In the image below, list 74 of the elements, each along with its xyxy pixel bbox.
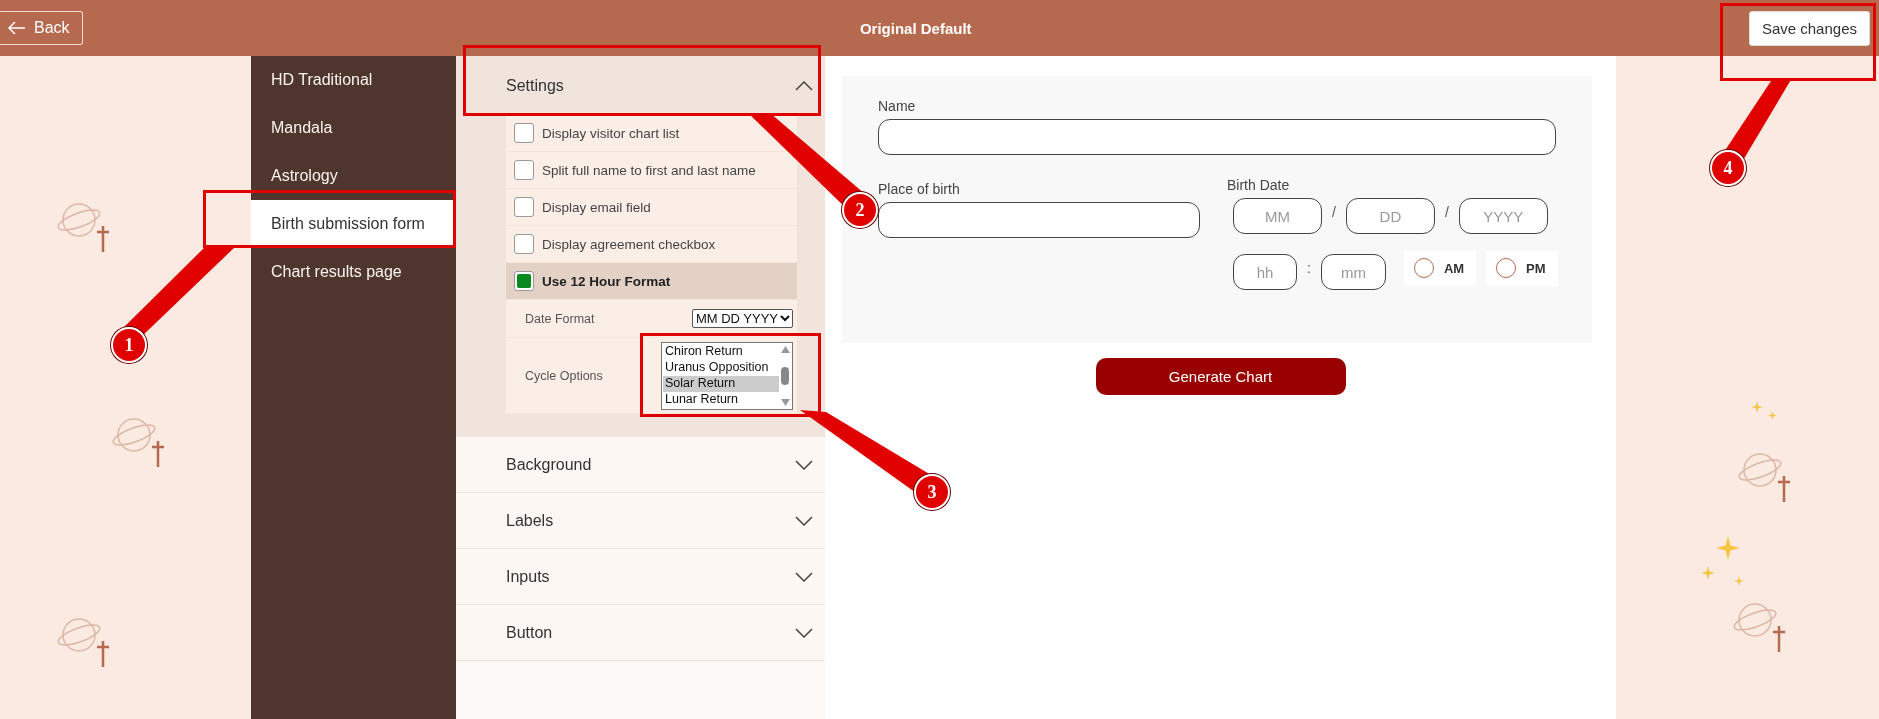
checkbox[interactable] [514, 271, 534, 291]
separator: : [1306, 260, 1312, 276]
meridiem-option[interactable]: PM [1486, 250, 1558, 286]
option-row[interactable]: Use 12 Hour Format [506, 263, 797, 300]
accordion-header[interactable]: Button [456, 605, 825, 660]
field-label: Birth Date [1227, 177, 1291, 193]
cycle-options-listbox[interactable]: Chiron Return Uranus Opposition Solar Return Lunar Return [661, 341, 793, 410]
scroll-up-icon[interactable] [780, 345, 790, 353]
date-input[interactable]: YYYY [1458, 198, 1548, 234]
separator: / [1331, 204, 1337, 220]
sparkle-icon [1734, 576, 1744, 586]
field-label: Date Format [525, 311, 595, 326]
chevron-down-icon [795, 627, 813, 638]
sparkle-icon [1716, 536, 1740, 560]
meridiem-option[interactable]: AM [1403, 250, 1477, 286]
checkbox[interactable] [514, 123, 534, 143]
sidebar-item[interactable]: Astrology [251, 152, 456, 200]
name-input[interactable] [878, 119, 1556, 155]
list-option[interactable]: Solar Return [663, 375, 779, 392]
separator: / [1443, 204, 1450, 220]
chevron-down-icon [795, 515, 813, 526]
date-input[interactable]: MM [1233, 198, 1322, 234]
time-input[interactable]: hh [1233, 254, 1297, 290]
list-option[interactable]: Lunar Return [663, 391, 779, 408]
field-label: Name [878, 98, 917, 114]
accordion-header[interactable]: Settings [456, 56, 825, 115]
date-format-select[interactable]: MM DD YYYY [691, 309, 793, 328]
arrow-left-icon [8, 21, 26, 35]
scroll-thumb[interactable] [781, 366, 789, 385]
accordion-title: Labels [506, 511, 554, 530]
sparkle-icon [1701, 566, 1715, 580]
radio-button[interactable] [1496, 258, 1517, 278]
back-button[interactable]: Back [0, 11, 83, 45]
sparkle-icon [1751, 401, 1763, 413]
accordion-title: Button [506, 623, 553, 642]
checkbox[interactable] [514, 160, 534, 180]
sidebar-item[interactable]: Chart results page [251, 248, 456, 296]
sidebar-item[interactable]: HD Traditional [251, 56, 456, 104]
option-row[interactable]: Display email field [506, 189, 797, 226]
accordion-header[interactable]: Inputs [456, 549, 825, 604]
sidebar-item[interactable]: Birth submission form [251, 200, 456, 248]
option-label: Display visitor chart list [542, 125, 680, 141]
radio-label: AM [1443, 260, 1465, 276]
generate-chart-button[interactable]: Generate Chart [1095, 358, 1346, 395]
radio-button[interactable] [1413, 258, 1434, 278]
option-label: Display agreement checkbox [542, 236, 716, 252]
accordion-title: Settings [506, 76, 564, 95]
place-of-birth-input[interactable] [878, 202, 1200, 238]
chevron-down-icon [795, 571, 813, 582]
list-option[interactable]: Chiron Return [663, 343, 779, 360]
accordion-title: Background [506, 455, 592, 474]
option-label: Display email field [542, 199, 651, 215]
radio-label: PM [1526, 260, 1546, 276]
field-label: Cycle Options [525, 368, 603, 383]
chevron-up-icon [795, 80, 813, 91]
checkbox[interactable] [514, 234, 534, 254]
accordion-title: Inputs [506, 567, 550, 586]
sidebar-item[interactable]: Mandala [251, 104, 456, 152]
sparkle-icon [1768, 411, 1777, 420]
option-row[interactable]: Split full name to first and last name [506, 152, 797, 189]
caret-icon [780, 315, 790, 322]
time-input[interactable]: mm [1320, 254, 1386, 290]
checkbox[interactable] [514, 197, 534, 217]
chevron-down-icon [795, 459, 813, 470]
date-input[interactable]: DD [1345, 198, 1435, 234]
field-label: Place of birth [878, 181, 961, 197]
option-label: Split full name to first and last name [542, 162, 756, 178]
scroll-down-icon[interactable] [780, 398, 790, 406]
option-label: Use 12 Hour Format [542, 273, 671, 289]
accordion-header[interactable]: Background [456, 437, 825, 492]
page-title: Original Default [859, 19, 972, 37]
save-changes-button[interactable]: Save changes [1748, 10, 1870, 46]
accordion-header[interactable]: Labels [456, 493, 825, 548]
list-option[interactable]: Uranus Opposition [663, 359, 779, 376]
